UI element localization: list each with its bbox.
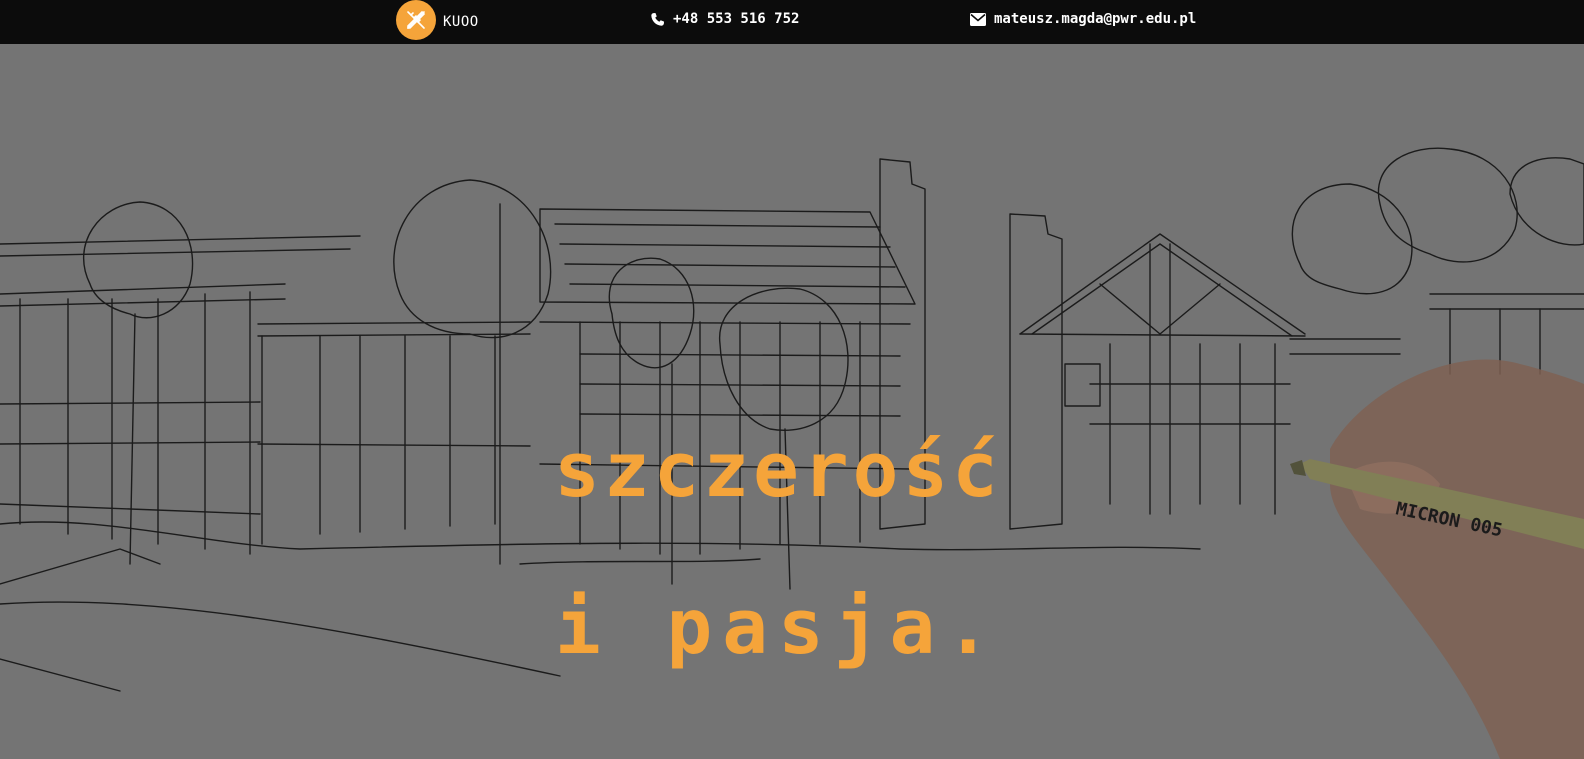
brand-name[interactable]: KUOO [443,14,479,30]
phone-number[interactable]: +48 553 516 752 [673,11,799,27]
pencil-ruler-icon[interactable] [396,0,436,40]
envelope-icon [970,12,986,26]
phone-icon [650,12,665,27]
hero-headline-line2: i pasja. [554,582,1002,671]
brand[interactable]: KUOO [396,0,479,40]
hero-section: MICRON 005 szczerość i pasja. [0,44,1584,759]
hero-headline-line1: szczerość [554,425,1002,514]
email-contact[interactable]: mateusz.magda@pwr.edu.pl [970,0,1196,38]
top-bar: KUOO +48 553 516 752 mateusz.magda@pwr.e… [0,0,1584,44]
phone-contact[interactable]: +48 553 516 752 [650,0,799,38]
email-address[interactable]: mateusz.magda@pwr.edu.pl [994,11,1196,27]
